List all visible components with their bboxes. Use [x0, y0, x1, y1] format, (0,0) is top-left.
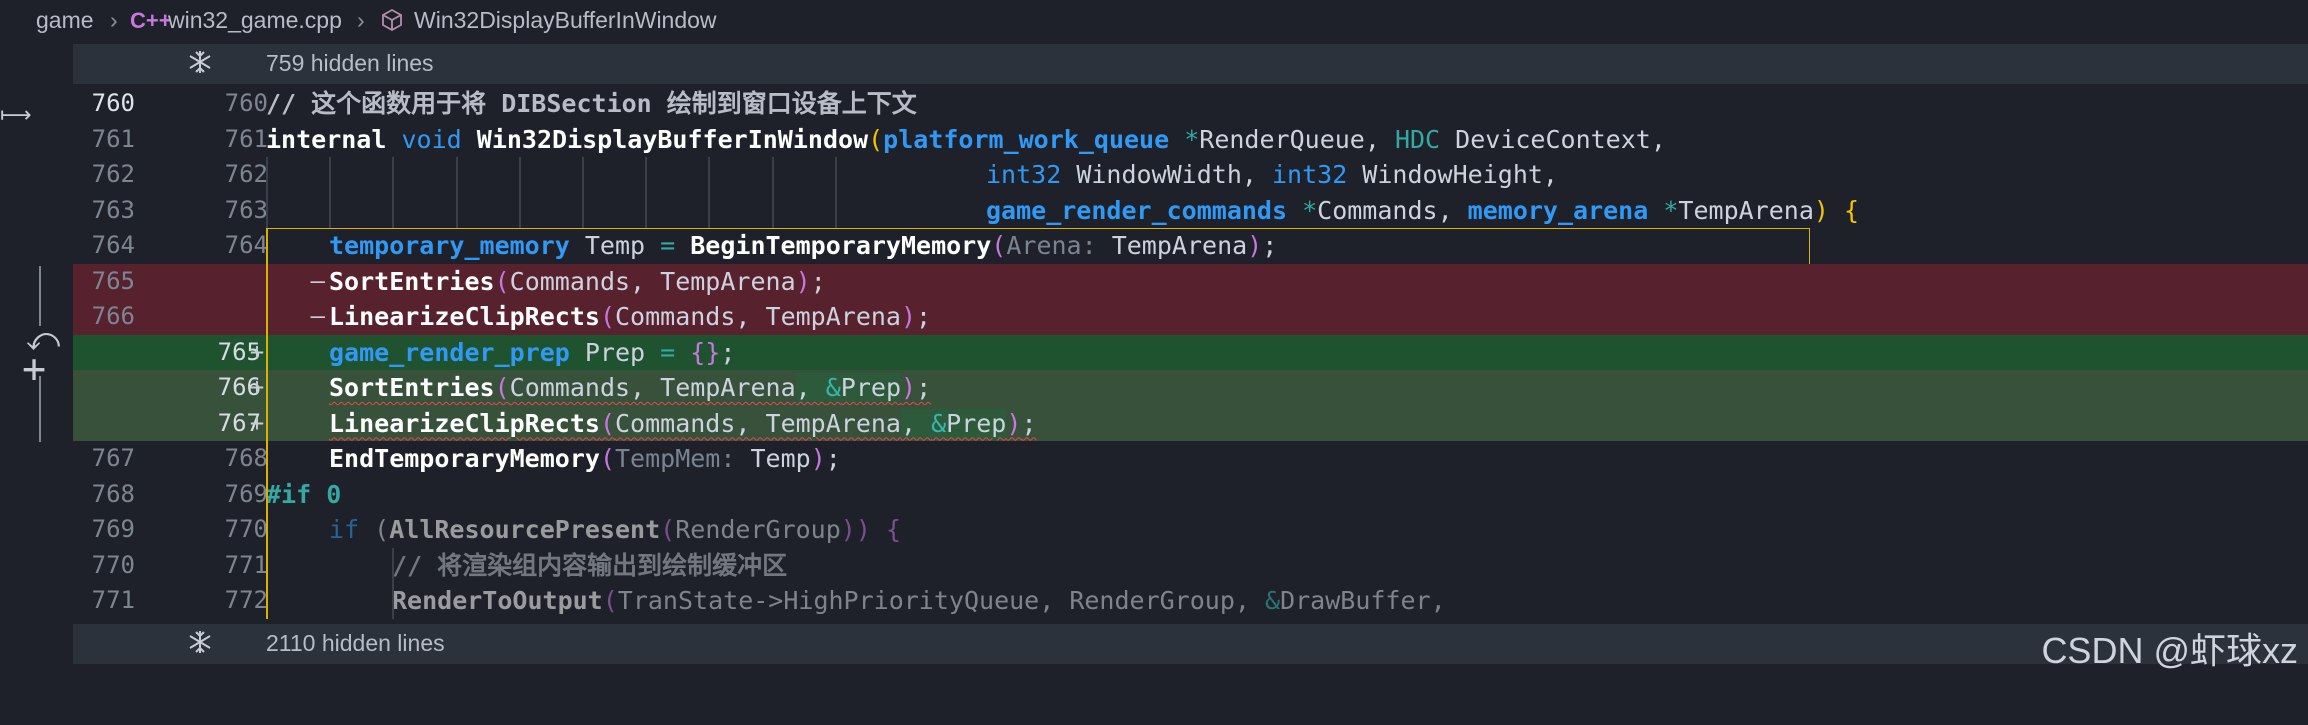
code-text: temporary_memory Temp = BeginTemporaryMe… — [329, 231, 1278, 260]
code-text: RenderToOutput(TranState->HighPriorityQu… — [392, 586, 1446, 615]
unfold-icon[interactable] — [186, 628, 214, 656]
chevron-right-icon: › — [110, 7, 118, 33]
code-line-added[interactable]: 767 + LinearizeClipRects(Commands, TempA… — [73, 405, 2308, 441]
new-line-number: 761 — [224, 124, 268, 153]
code-line-added[interactable]: 765 + game_render_prep Prep = {}; — [73, 334, 2308, 370]
code-text: game_render_commands *Commands, memory_a… — [986, 195, 1860, 225]
code-text: #if 0 — [266, 479, 342, 509]
breadcrumb-file[interactable]: win32_game.cpp — [168, 7, 342, 34]
old-line-number: 769 — [91, 515, 135, 543]
new-line-number: 764 — [224, 231, 268, 259]
code-text: SortEntries(Commands, TempArena, &Prep); — [329, 373, 932, 402]
chevron-right-icon: › — [357, 7, 365, 33]
new-line-number: 760 — [224, 89, 268, 117]
code-line-deleted[interactable]: 765 — SortEntries(Commands, TempArena); — [73, 263, 2308, 299]
code-text: LinearizeClipRects(Commands, TempArena, … — [329, 408, 1037, 438]
scope-line — [266, 228, 268, 619]
code-text: SortEntries(Commands, TempArena); — [329, 266, 826, 296]
code-text: if (AllResourcePresent(RenderGroup)) { — [329, 515, 902, 544]
diff-marker: — — [310, 266, 325, 295]
code-line-deleted[interactable]: 766 — LinearizeClipRects(Commands, TempA… — [73, 299, 2308, 335]
code-text: internal void Win32DisplayBufferInWindow… — [266, 124, 1666, 154]
old-line-number: 768 — [91, 479, 135, 508]
old-line-number: 764 — [91, 231, 135, 259]
code-text: // 将渲染组内容输出到绘制缓冲区 — [392, 550, 788, 580]
old-line-number: 770 — [91, 550, 135, 579]
code-line[interactable]: 769 770 if (AllResourcePresent(RenderGro… — [73, 512, 2308, 548]
drag-handle-icon[interactable]: ⟼ — [0, 103, 32, 128]
new-line-number: 762 — [224, 160, 268, 188]
code-text: int32 WindowWidth, int32 WindowHeight, — [986, 160, 1558, 189]
watermark: CSDN @虾球xz — [2041, 630, 2298, 671]
new-line-number: 771 — [224, 550, 268, 579]
method-cube-icon — [380, 8, 404, 38]
code-line-added[interactable]: 766 + SortEntries(Commands, TempArena, &… — [73, 370, 2308, 406]
old-line-number: 763 — [91, 195, 135, 224]
code-line[interactable]: 771 772 RenderToOutput(TranState->HighPr… — [73, 583, 2308, 619]
code-line[interactable]: 768 769 #if 0 — [73, 477, 2308, 513]
hidden-lines-fold-bottom[interactable]: 2110 hidden lines — [73, 624, 2308, 664]
code-line[interactable]: 761 761 internal void Win32DisplayBuffer… — [73, 122, 2308, 158]
code-line[interactable]: 770 771 // 将渲染组内容输出到绘制缓冲区 — [73, 548, 2308, 584]
add-icon[interactable]: + — [22, 346, 46, 392]
diff-marker: — — [310, 302, 325, 330]
cpp-file-icon: C++ — [130, 8, 172, 33]
new-line-number: 770 — [224, 515, 268, 543]
old-line-number: 766 — [91, 302, 135, 330]
code-line[interactable]: 763 763 game_render_commands *Commands, … — [73, 193, 2308, 229]
new-line-number: 769 — [224, 479, 268, 508]
code-text: // 这个函数用于将 DIBSection 绘制到窗口设备上下文 — [266, 89, 917, 118]
old-line-number: 767 — [91, 444, 135, 472]
old-line-number: 762 — [91, 160, 135, 188]
old-line-number: 765 — [91, 266, 135, 295]
new-line-number: 768 — [224, 444, 268, 472]
old-line-number: 760 — [91, 89, 135, 117]
code-line[interactable]: 762 762 int32 WindowWidth, int32 WindowH… — [73, 157, 2308, 193]
breadcrumb-folder[interactable]: game — [36, 7, 94, 34]
code-line[interactable]: 764 764 temporary_memory Temp = BeginTem… — [73, 228, 2308, 264]
code-text: EndTemporaryMemory(TempMem: Temp); — [329, 444, 841, 473]
old-line-number: 771 — [91, 586, 135, 614]
hidden-lines-fold-top[interactable]: 759 hidden lines — [73, 44, 2308, 84]
hidden-lines-label: 759 hidden lines — [266, 50, 434, 76]
old-line-number: 761 — [91, 124, 135, 153]
gutter-divider — [39, 266, 41, 326]
new-line-number: 772 — [224, 586, 268, 614]
code-text: LinearizeClipRects(Commands, TempArena); — [329, 302, 932, 331]
breadcrumb-symbol[interactable]: Win32DisplayBufferInWindow — [414, 7, 717, 34]
hidden-lines-label: 2110 hidden lines — [266, 630, 445, 656]
new-line-number: 763 — [224, 195, 268, 224]
code-line[interactable]: 767 768 EndTemporaryMemory(TempMem: Temp… — [73, 441, 2308, 477]
breadcrumb: game › C++ win32_game.cpp › Win32Display… — [0, 0, 2308, 44]
code-text: game_render_prep Prep = {}; — [329, 337, 736, 367]
code-line[interactable]: 760 760 // 这个函数用于将 DIBSection 绘制到窗口设备上下文 — [73, 86, 2308, 122]
unfold-icon[interactable] — [186, 48, 214, 76]
